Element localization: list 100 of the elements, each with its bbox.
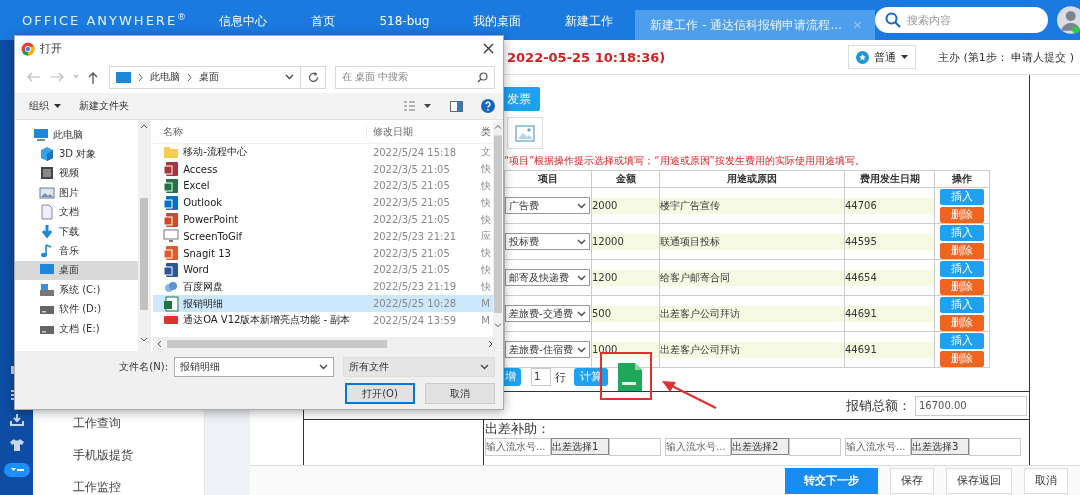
action-button[interactable]: 保存 <box>890 467 934 494</box>
trip-select-button[interactable]: 出差选择2 <box>731 438 789 455</box>
trip-select-button[interactable]: 出差选择1 <box>551 438 609 455</box>
date-field[interactable]: 44595 <box>845 233 934 250</box>
picture-icon <box>39 184 55 201</box>
nav-item[interactable]: 文档 <box>15 202 139 222</box>
amount-field[interactable]: 12000 <box>592 233 659 250</box>
app-shortcut-icon <box>163 178 180 194</box>
amount-field[interactable]: 2000 <box>592 197 659 214</box>
view-options-icon[interactable] <box>404 101 432 111</box>
file-name: 移动-流程中心 <box>183 145 247 160</box>
nav-item[interactable]: 视频 <box>15 163 139 184</box>
item-select[interactable]: 差旅费-住宿费 <box>505 341 590 358</box>
sidebar-item[interactable]: 工作查询 <box>33 407 204 439</box>
new-folder-button[interactable]: 新建文件夹 <box>79 99 129 113</box>
file-type: M <box>481 314 491 326</box>
file-row[interactable]: 报销明细 2022/5/25 10:28 M <box>153 295 494 312</box>
file-row[interactable]: 百度网盘 2022/5/23 21:19 快 <box>153 278 494 296</box>
dialog-button[interactable]: 打开(O) <box>345 383 415 404</box>
file-row[interactable]: 通达OA V12版本新增亮点功能 - 副本 2022/5/24 13:59 M <box>153 311 494 329</box>
date-field[interactable]: 44691 <box>845 305 934 322</box>
pc-icon <box>116 71 131 83</box>
close-icon[interactable] <box>483 43 494 54</box>
priority-dropdown[interactable]: 普通 <box>847 45 916 69</box>
item-select[interactable]: 广告费 <box>505 197 590 214</box>
address-bar[interactable]: 此电脑 桌面 <box>109 65 301 89</box>
amount-field[interactable]: 1200 <box>592 269 659 286</box>
avatar-icon[interactable] <box>1056 5 1080 35</box>
file-name: 百度网盘 <box>183 279 224 294</box>
item-select[interactable]: 差旅费-交通费 <box>505 305 590 322</box>
date-field[interactable]: 44691 <box>845 341 934 358</box>
chevron-down-icon <box>577 202 586 209</box>
search-field[interactable]: 在 桌面 中搜索 <box>335 65 495 89</box>
refresh-button[interactable] <box>300 65 326 89</box>
file-type: 快 <box>481 246 493 261</box>
reason-field[interactable]: 楼宇广告宣传 <box>660 197 844 214</box>
file-date: 2022/3/5 21:05 <box>371 264 451 276</box>
amount-field[interactable]: 500 <box>592 305 659 322</box>
item-select[interactable]: 投标费 <box>505 233 590 250</box>
spreadsheet-file-icon[interactable] <box>618 363 642 391</box>
file-row[interactable]: PowerPoint 2022/3/5 21:05 快 <box>153 211 494 228</box>
nav-item[interactable]: 系统 (C:) <box>15 280 139 300</box>
chevron-down-icon <box>480 364 489 370</box>
download-icon[interactable] <box>9 413 24 426</box>
nav-item[interactable]: 下载 <box>15 221 139 242</box>
nav-item[interactable]: 软件 (D:) <box>15 299 139 319</box>
step-text: 主办 (第1步： 申请人提交 ) <box>937 49 1074 65</box>
reason-field[interactable]: 出差客户公司拜访 <box>660 341 844 358</box>
shirt-icon[interactable] <box>8 438 25 451</box>
file-type-select[interactable]: 所有文件 <box>343 357 495 377</box>
file-row[interactable]: Snagit 13 2022/3/5 21:05 快 <box>153 244 494 262</box>
nav-item[interactable]: 音乐 <box>15 241 139 261</box>
file-row[interactable]: Excel 2022/3/5 21:05 快 <box>153 177 494 195</box>
reason-field[interactable]: 联通项目投标 <box>660 233 844 250</box>
path-segment[interactable]: 桌面 <box>199 70 219 84</box>
date-field[interactable]: 44654 <box>845 269 934 286</box>
nav-item[interactable]: 文档 (E:) <box>15 318 139 339</box>
column-header[interactable]: 名称 <box>153 124 367 139</box>
column-header: 金额 <box>592 171 660 188</box>
serial-field[interactable]: 输入流水号... <box>485 438 551 456</box>
file-row[interactable]: 移动-流程中心 2022/5/24 15:18 文 <box>153 144 494 161</box>
preview-pane-icon[interactable] <box>450 100 463 112</box>
nav-item[interactable]: 3D 对象 <box>15 144 139 164</box>
filename-field[interactable]: 报销明细 <box>174 357 334 377</box>
up-icon[interactable] <box>88 70 98 84</box>
nav-item[interactable]: 图片 <box>15 183 139 203</box>
item-select[interactable]: 邮寄及快递费 <box>505 269 590 286</box>
sidebar-item[interactable]: 手机版提货 <box>33 439 204 471</box>
action-button[interactable]: 保存返回 <box>946 467 1012 494</box>
file-row[interactable]: Word 2022/3/5 21:05 快 <box>153 261 494 279</box>
file-name: Outlook <box>183 197 223 209</box>
file-row[interactable]: Access 2022/3/5 21:05 快 <box>153 160 494 178</box>
trip-field[interactable] <box>969 438 1021 456</box>
file-row[interactable]: Outlook 2022/3/5 21:05 快 <box>153 194 494 212</box>
reason-field[interactable]: 给客户邮寄合同 <box>660 269 844 286</box>
file-row[interactable]: ScreenToGif 2022/5/23 21:21 应 <box>153 228 494 245</box>
path-segment[interactable]: 此电脑 <box>150 70 180 84</box>
date-field[interactable]: 44706 <box>845 197 934 214</box>
dialog-button[interactable]: 取消 <box>425 383 495 404</box>
action-button[interactable]: 取消 <box>1024 467 1068 494</box>
row-count-field[interactable]: 1 <box>531 368 551 386</box>
chevron-down-icon <box>577 346 586 353</box>
nav-item[interactable]: 桌面 <box>15 260 139 281</box>
sidebar-item[interactable]: 工作监控 <box>33 471 204 495</box>
reason-field[interactable]: 出差客户公司拜访 <box>660 305 844 322</box>
serial-field[interactable]: 输入流水号... <box>665 438 731 456</box>
trip-select-button[interactable]: 出差选择3 <box>911 438 969 455</box>
serial-field[interactable]: 输入流水号... <box>845 438 911 456</box>
trip-field[interactable] <box>609 438 661 456</box>
file-name: ScreenToGif <box>183 230 243 242</box>
app-shortcut-icon <box>163 194 180 211</box>
column-header[interactable]: 修改日期 <box>366 124 482 139</box>
help-icon[interactable] <box>481 99 495 113</box>
app-shortcut-icon <box>163 245 180 262</box>
nav-tab[interactable]: 新建工作 <box>543 4 636 40</box>
more-icon[interactable] <box>3 463 30 477</box>
trip-field[interactable] <box>789 438 841 456</box>
nav-item[interactable]: 此电脑 <box>15 125 139 145</box>
organize-menu[interactable]: 组织 <box>29 99 61 113</box>
column-header[interactable]: 类 <box>481 124 494 139</box>
